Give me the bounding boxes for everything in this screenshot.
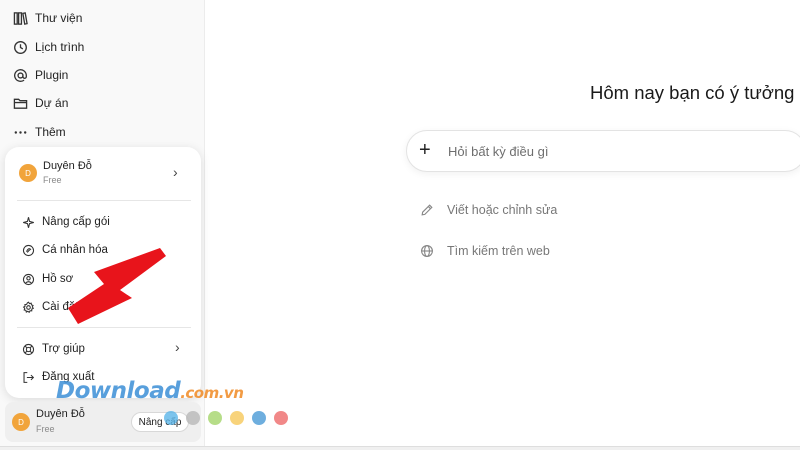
sidebar-item-library[interactable]: Thư viện (8, 6, 198, 30)
avatar: D (19, 164, 37, 182)
user-plan: Free (36, 424, 55, 434)
watermark-dot (230, 411, 244, 425)
gear-icon (21, 300, 35, 314)
clock-icon (12, 39, 28, 55)
plus-icon[interactable]: + (419, 140, 431, 160)
window-bottom-edge (0, 446, 800, 450)
menu-user-name: Duyên Đỗ (43, 160, 92, 172)
menu-item-label: Trợ giúp (42, 343, 85, 355)
prompt-placeholder: Hỏi bất kỳ điều gì (448, 144, 549, 159)
watermark-dot (164, 411, 178, 425)
globe-icon (419, 243, 435, 259)
suggestion-web-search[interactable]: Tìm kiếm trên web (419, 241, 550, 261)
menu-item-upgrade[interactable]: Nâng cấp gói (21, 212, 193, 232)
sidebar-item-label: Lịch trình (35, 40, 85, 54)
sidebar-item-schedule[interactable]: Lịch trình (8, 35, 198, 59)
sidebar-item-projects[interactable]: Dự án (8, 91, 198, 115)
watermark-domain: .com.vn (180, 384, 244, 402)
watermark-dot (252, 411, 266, 425)
prompt-box[interactable]: + Hỏi bất kỳ điều gì (406, 130, 800, 172)
greeting-heading: Hôm nay bạn có ý tưởng (590, 82, 795, 103)
sparkle-icon (21, 215, 35, 229)
watermark-text: Download (56, 378, 181, 404)
logout-icon (21, 370, 35, 384)
folder-icon (12, 95, 28, 111)
watermark-dot (208, 411, 222, 425)
menu-user-plan: Free (43, 175, 62, 185)
sidebar-item-plugin[interactable]: Plugin (8, 63, 198, 87)
sidebar-item-label: Plugin (35, 68, 69, 82)
menu-divider (17, 200, 191, 201)
chevron-right-icon: › (175, 339, 180, 355)
watermark-dot (274, 411, 288, 425)
suggestion-write[interactable]: Viết hoặc chỉnh sửa (419, 200, 557, 220)
library-icon (12, 10, 28, 26)
red-arrow-annotation (68, 248, 166, 324)
user-name: Duyên Đỗ (36, 408, 85, 420)
download-watermark: Download.com.vn (56, 378, 244, 404)
pencil-icon (419, 202, 435, 218)
suggestion-label: Tìm kiếm trên web (447, 244, 550, 258)
chevron-right-icon: › (173, 164, 178, 180)
personalize-icon (21, 243, 35, 257)
more-dots-icon (12, 124, 28, 140)
sidebar-item-more[interactable]: Thêm (8, 120, 198, 144)
sidebar-item-label: Thêm (35, 125, 66, 139)
menu-item-label: Nâng cấp gói (42, 216, 110, 228)
watermark-dot (186, 411, 200, 425)
avatar: D (12, 413, 30, 431)
sidebar-item-label: Thư viện (35, 11, 83, 25)
sidebar-item-label: Dự án (35, 96, 69, 110)
watermark-dots (164, 411, 296, 425)
lifebuoy-icon (21, 342, 35, 356)
profile-icon (21, 272, 35, 286)
suggestion-label: Viết hoặc chỉnh sửa (447, 203, 558, 217)
menu-item-help[interactable]: Trợ giúp › (21, 339, 193, 359)
at-icon (12, 67, 28, 83)
menu-user-profile[interactable]: D Duyên Đỗ Free › (19, 159, 189, 187)
